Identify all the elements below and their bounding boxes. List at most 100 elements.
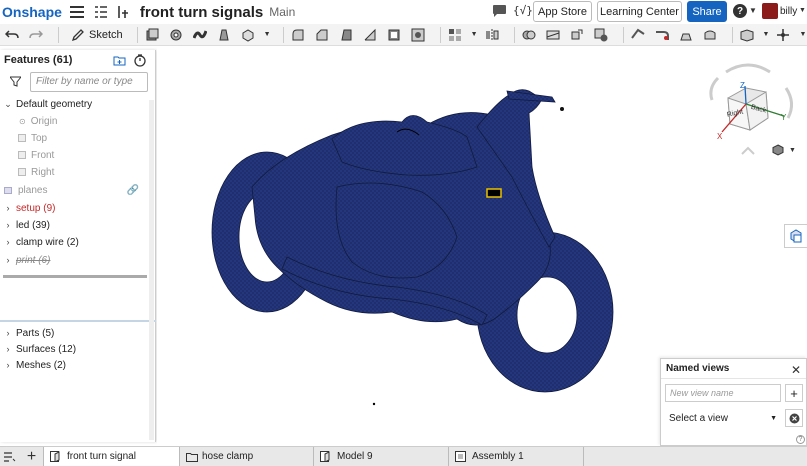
modify-fillet-icon[interactable] <box>654 28 670 42</box>
user-name[interactable]: billy <box>780 6 797 17</box>
link-icon[interactable]: 🔗 <box>127 185 139 196</box>
rollback-bar[interactable] <box>3 275 147 278</box>
add-view-button[interactable]: + <box>785 384 803 402</box>
configurations-icon[interactable] <box>784 224 807 248</box>
axis-y-label: Y <box>781 113 787 122</box>
redo-icon[interactable] <box>28 28 44 42</box>
folder-print-row[interactable]: › print (6) <box>3 252 51 268</box>
axis-x-label: X <box>717 132 723 141</box>
chevron-down-icon[interactable]: ▼ <box>799 7 806 14</box>
meshes-row[interactable]: › Meshes (2) <box>3 357 67 373</box>
scrollbar[interactable] <box>149 100 154 440</box>
chevron-right-icon[interactable]: › <box>3 220 13 230</box>
top-bar: Onshape front turn signals Main {√} App … <box>0 0 807 24</box>
planes-folder-row[interactable]: planes 🔗 <box>4 182 139 198</box>
add-tab-icon[interactable]: + <box>20 447 44 466</box>
plane-icon <box>18 134 26 142</box>
boolean-icon[interactable] <box>521 28 537 42</box>
revolve-icon[interactable] <box>168 28 184 42</box>
fillet-icon[interactable] <box>290 28 306 42</box>
chevron-down-icon[interactable]: ▼ <box>799 31 806 38</box>
plane-top-row[interactable]: Top <box>18 130 47 146</box>
chevron-right-icon[interactable]: › <box>3 237 13 247</box>
document-title[interactable]: front turn signals <box>140 4 263 21</box>
split-icon[interactable] <box>545 28 561 42</box>
menu-icon[interactable] <box>69 6 84 18</box>
chevron-down-icon[interactable]: ▼ <box>749 6 757 15</box>
chamfer-icon[interactable] <box>314 28 330 42</box>
draft-icon[interactable] <box>338 28 354 42</box>
tab-manager-icon[interactable] <box>0 447 20 466</box>
chevron-down-icon[interactable]: ⌄ <box>3 99 13 110</box>
learning-center-button[interactable]: Learning Center <box>597 1 682 22</box>
plane-label: Right <box>31 166 55 178</box>
undo-icon[interactable] <box>4 28 20 42</box>
pattern-icon[interactable] <box>447 28 463 42</box>
default-geometry-row[interactable]: ⌄ Default geometry <box>3 96 92 112</box>
app-store-button[interactable]: App Store <box>533 1 592 22</box>
sheet-metal-icon[interactable] <box>630 28 646 42</box>
help-icon[interactable]: ? <box>796 435 805 444</box>
sweep-icon[interactable] <box>192 28 208 42</box>
tab-model-9[interactable]: Model 9 <box>314 447 449 466</box>
plane-right-row[interactable]: Right <box>18 164 54 180</box>
variables-icon[interactable]: {√} <box>513 4 533 17</box>
parts-row[interactable]: › Parts (5) <box>3 325 55 341</box>
folder-led-row[interactable]: › led (39) <box>3 217 50 233</box>
view-cube[interactable]: Right Back X Y Z <box>708 58 798 158</box>
chevron-right-icon[interactable]: › <box>3 328 13 338</box>
origin-row[interactable]: ⊙ Origin <box>19 113 57 129</box>
comment-icon[interactable] <box>492 4 507 18</box>
share-button[interactable]: Share <box>687 1 727 22</box>
folder-setup-row[interactable]: › setup (9) <box>3 200 56 216</box>
assembly-icon <box>455 451 466 462</box>
tab-part-studio[interactable]: front turn signal <box>44 447 180 466</box>
panel-divider[interactable] <box>0 320 156 322</box>
branch-name[interactable]: Main <box>269 5 295 19</box>
plane-icon[interactable] <box>739 28 755 42</box>
form-icon[interactable] <box>678 28 694 42</box>
folder-clamp-wire-row[interactable]: › clamp wire (2) <box>3 234 79 250</box>
sketch-button[interactable]: Sketch <box>71 28 123 42</box>
chevron-right-icon[interactable]: › <box>3 203 13 213</box>
chevron-down-icon[interactable]: ▼ <box>264 31 271 38</box>
thicken-icon[interactable] <box>240 28 256 42</box>
chevron-right-icon[interactable]: › <box>3 255 13 265</box>
extrude-icon[interactable] <box>144 28 160 42</box>
chevron-down-icon[interactable]: ▼ <box>471 31 478 38</box>
chevron-down-icon[interactable]: ▼ <box>789 147 796 154</box>
timer-icon[interactable] <box>134 54 146 67</box>
chevron-down-icon[interactable]: ▼ <box>763 31 770 38</box>
clear-view-button[interactable] <box>785 409 803 427</box>
folder-label: planes <box>18 184 48 196</box>
folder-label: setup (9) <box>16 202 56 214</box>
onshape-logo[interactable]: Onshape <box>2 4 62 20</box>
new-view-name-input[interactable]: New view name <box>665 384 781 402</box>
feature-list-icon[interactable] <box>94 5 108 19</box>
shell-icon[interactable] <box>386 28 402 42</box>
plane-front-row[interactable]: Front <box>18 147 54 163</box>
view-options-icon[interactable] <box>772 144 784 156</box>
surfaces-label: Surfaces (12) <box>16 343 77 355</box>
transform-icon[interactable] <box>569 28 585 42</box>
help-icon[interactable]: ? <box>733 4 747 18</box>
avatar[interactable] <box>762 3 778 19</box>
close-icon[interactable]: ✕ <box>791 363 801 377</box>
mate-connector-icon[interactable] <box>775 28 791 42</box>
add-folder-icon[interactable] <box>113 55 126 66</box>
chevron-right-icon[interactable]: › <box>3 344 13 354</box>
select-view-dropdown[interactable]: Select a view ▼ <box>665 409 781 427</box>
filter-icon[interactable] <box>10 76 21 87</box>
frame-icon[interactable] <box>702 28 718 42</box>
delete-part-icon[interactable] <box>593 28 609 42</box>
filter-input[interactable]: Filter by name or type <box>30 72 148 92</box>
hole-icon[interactable] <box>410 28 426 42</box>
tab-assembly-1[interactable]: Assembly 1 <box>449 447 584 466</box>
tab-hose-clamp[interactable]: hose clamp <box>180 447 314 466</box>
mirror-icon[interactable] <box>484 28 500 42</box>
surfaces-row[interactable]: › Surfaces (12) <box>3 341 77 357</box>
chevron-right-icon[interactable]: › <box>3 360 13 370</box>
insert-icon[interactable] <box>116 5 130 19</box>
loft-icon[interactable] <box>216 28 232 42</box>
rib-icon[interactable] <box>362 28 378 42</box>
